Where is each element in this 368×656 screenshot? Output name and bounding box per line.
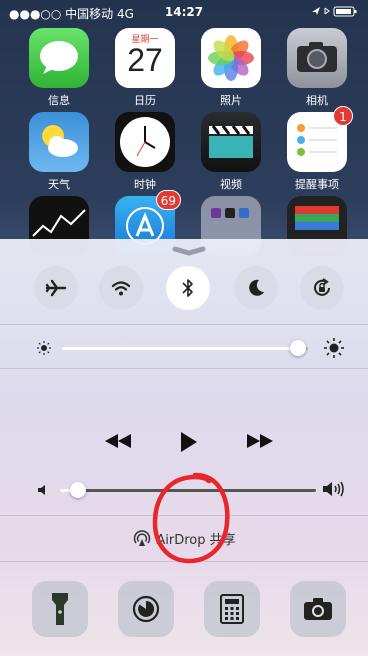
brightness-fill xyxy=(62,347,298,350)
control-center: AirDrop 共享 xyxy=(0,239,368,656)
flashlight-button[interactable] xyxy=(32,581,88,637)
rewind-button[interactable] xyxy=(102,429,134,453)
app-camera[interactable]: 相机 xyxy=(286,28,348,108)
airplane-icon xyxy=(45,279,67,297)
notification-badge: 1 xyxy=(333,106,353,126)
app-label: 照片 xyxy=(220,94,242,107)
notification-badge: 69 xyxy=(155,190,181,210)
app-reminders[interactable]: 1 提醒事项 xyxy=(286,106,353,192)
brightness-knob[interactable] xyxy=(290,340,306,356)
app-weather[interactable]: 天气 xyxy=(28,112,90,192)
reminders-icon: 1 xyxy=(287,106,353,172)
status-right-icons xyxy=(312,6,357,17)
camera-button[interactable] xyxy=(290,581,346,637)
bluetooth-toggle[interactable] xyxy=(166,266,210,310)
divider xyxy=(0,324,368,325)
camera-icon xyxy=(287,28,347,88)
grabber-icon[interactable] xyxy=(172,245,206,257)
messages-icon xyxy=(29,28,89,88)
status-icons xyxy=(310,5,358,20)
do-not-disturb-toggle[interactable] xyxy=(234,266,278,310)
app-videos[interactable]: 视频 xyxy=(200,112,262,192)
videos-icon xyxy=(201,112,261,172)
calendar-icon: 星期一 27 xyxy=(115,28,175,88)
wifi-toggle[interactable] xyxy=(99,266,143,310)
calendar-day: 27 xyxy=(127,42,163,78)
play-icon xyxy=(181,432,197,452)
app-messages[interactable]: 信息 xyxy=(28,28,90,108)
calculator-button[interactable] xyxy=(204,581,260,637)
calculator-icon xyxy=(220,594,244,624)
app-clock[interactable]: 时钟 xyxy=(114,112,176,192)
airplane-mode-toggle[interactable] xyxy=(34,266,78,310)
wifi-icon xyxy=(111,281,131,296)
rewind-icon xyxy=(105,434,131,448)
timer-button[interactable] xyxy=(118,581,174,637)
app-label: 视频 xyxy=(220,178,242,191)
rotation-lock-toggle[interactable] xyxy=(300,266,344,310)
fast-forward-button[interactable] xyxy=(244,429,276,453)
flashlight-icon xyxy=(52,593,68,625)
moon-icon xyxy=(249,279,264,296)
camera-icon xyxy=(304,598,332,620)
airdrop-icon xyxy=(134,530,151,546)
brightness-low-icon xyxy=(37,341,51,355)
app-label: 日历 xyxy=(134,94,156,107)
divider xyxy=(0,368,368,369)
app-label: 信息 xyxy=(48,94,70,107)
app-label: 提醒事项 xyxy=(295,178,339,191)
app-photos[interactable]: 照片 xyxy=(200,28,262,108)
brightness-slider[interactable] xyxy=(62,340,308,356)
app-label: 天气 xyxy=(48,178,70,191)
clock-icon xyxy=(115,112,175,172)
volume-knob[interactable] xyxy=(70,482,86,498)
volume-high-icon xyxy=(323,481,344,497)
bluetooth-icon xyxy=(182,279,193,297)
app-calendar[interactable]: 星期一 27 日历 xyxy=(114,28,176,108)
play-button[interactable] xyxy=(176,429,202,455)
timer-icon xyxy=(132,595,160,623)
rotation-lock-icon xyxy=(314,278,330,296)
brightness-high-icon xyxy=(324,338,344,358)
status-bar: ●●●○○ 中国移动 4G 14:27 xyxy=(0,0,368,24)
weather-icon xyxy=(29,112,89,172)
red-annotation-circle xyxy=(152,472,230,564)
photos-icon xyxy=(201,28,261,88)
fast-forward-icon xyxy=(247,434,273,448)
volume-low-icon xyxy=(38,485,45,495)
